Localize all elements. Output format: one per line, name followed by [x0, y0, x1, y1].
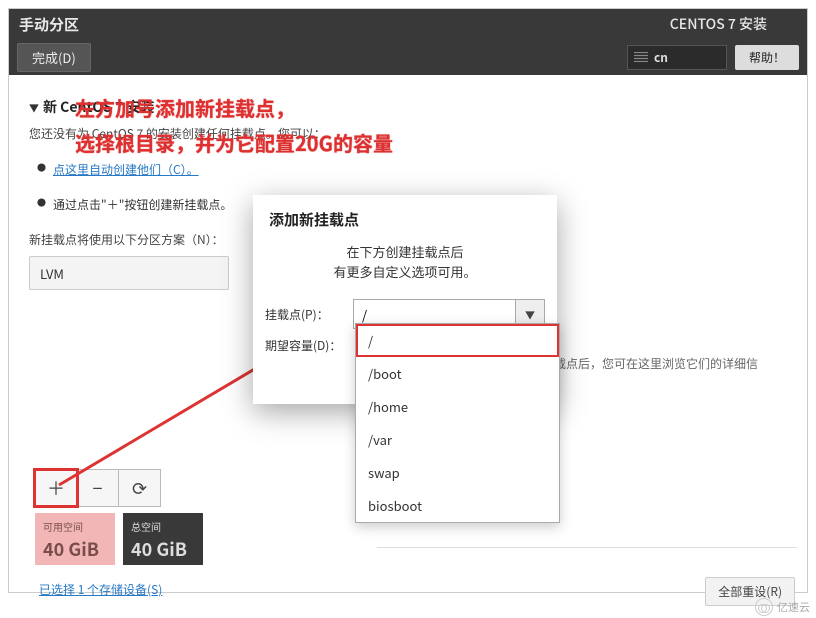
- mountpoint-option[interactable]: /: [356, 324, 559, 357]
- watermark-text: 亿速云: [777, 599, 810, 615]
- done-button[interactable]: 完成(D): [17, 43, 91, 72]
- watermark: 亿速云: [755, 598, 810, 616]
- add-mountpoint-button[interactable]: ＋: [35, 469, 77, 507]
- dialog-subtitle-2: 有更多自定义选项可用。: [333, 262, 476, 281]
- total-space-value: 40 GiB: [131, 536, 195, 562]
- scheme-value: LVM: [40, 264, 64, 283]
- available-space-box: 可用空间 40 GiB: [35, 513, 115, 565]
- keyboard-icon: [634, 52, 648, 62]
- mountpoint-option[interactable]: /home: [356, 390, 559, 423]
- mountpoint-option[interactable]: swap: [356, 456, 559, 489]
- help-button[interactable]: 帮助！: [735, 45, 799, 70]
- mountpoint-option[interactable]: /boot: [356, 357, 559, 390]
- watermark-logo-icon: [755, 598, 773, 616]
- remove-mountpoint-button[interactable]: −: [77, 469, 119, 507]
- keyboard-layout-label: cn: [654, 49, 668, 66]
- chevron-down-icon: ▼: [29, 100, 39, 115]
- reload-button[interactable]: ⟳: [119, 469, 161, 507]
- storage-devices-link[interactable]: 已选择 1 个存储设备(S): [39, 581, 162, 598]
- chevron-down-icon: ▼: [525, 307, 535, 322]
- scheme-select[interactable]: LVM: [29, 256, 229, 290]
- mountpoint-option[interactable]: biosboot: [356, 489, 559, 522]
- dialog-title: 添加新挂载点: [253, 195, 557, 236]
- mountpoint-dropdown-list: //boot/home/varswapbiosboot: [355, 323, 560, 523]
- total-space-label: 总空间: [131, 519, 195, 534]
- auto-create-link[interactable]: 点这里自动创建他们（C）。: [53, 161, 199, 178]
- total-space-box: 总空间 40 GiB: [123, 513, 203, 565]
- dialog-subtitle-1: 在下方创建挂载点后: [346, 242, 463, 261]
- section-header[interactable]: ▼ 新 CentOS 7 安装: [29, 97, 369, 117]
- mountpoint-option[interactable]: /var: [356, 423, 559, 456]
- right-hint-text: 载点后，您可在这里浏览它们的详细信: [554, 355, 794, 373]
- divider: [377, 547, 797, 548]
- capacity-label: 期望容量(D)：: [265, 337, 351, 354]
- keyboard-indicator[interactable]: cn: [627, 45, 727, 70]
- section-description: 您还没有为 CentOS 7 的安装创建任何挂载点。您可以：: [29, 125, 369, 143]
- available-space-value: 40 GiB: [43, 536, 107, 562]
- section-title: 新 CentOS 7 安装: [43, 97, 155, 117]
- reload-icon: ⟳: [132, 475, 147, 501]
- available-space-label: 可用空间: [43, 519, 107, 534]
- mountpoint-label: 挂载点(P)：: [265, 306, 349, 323]
- page-title: 手动分区: [19, 14, 79, 35]
- installer-title: CENTOS 7 安装: [670, 14, 767, 34]
